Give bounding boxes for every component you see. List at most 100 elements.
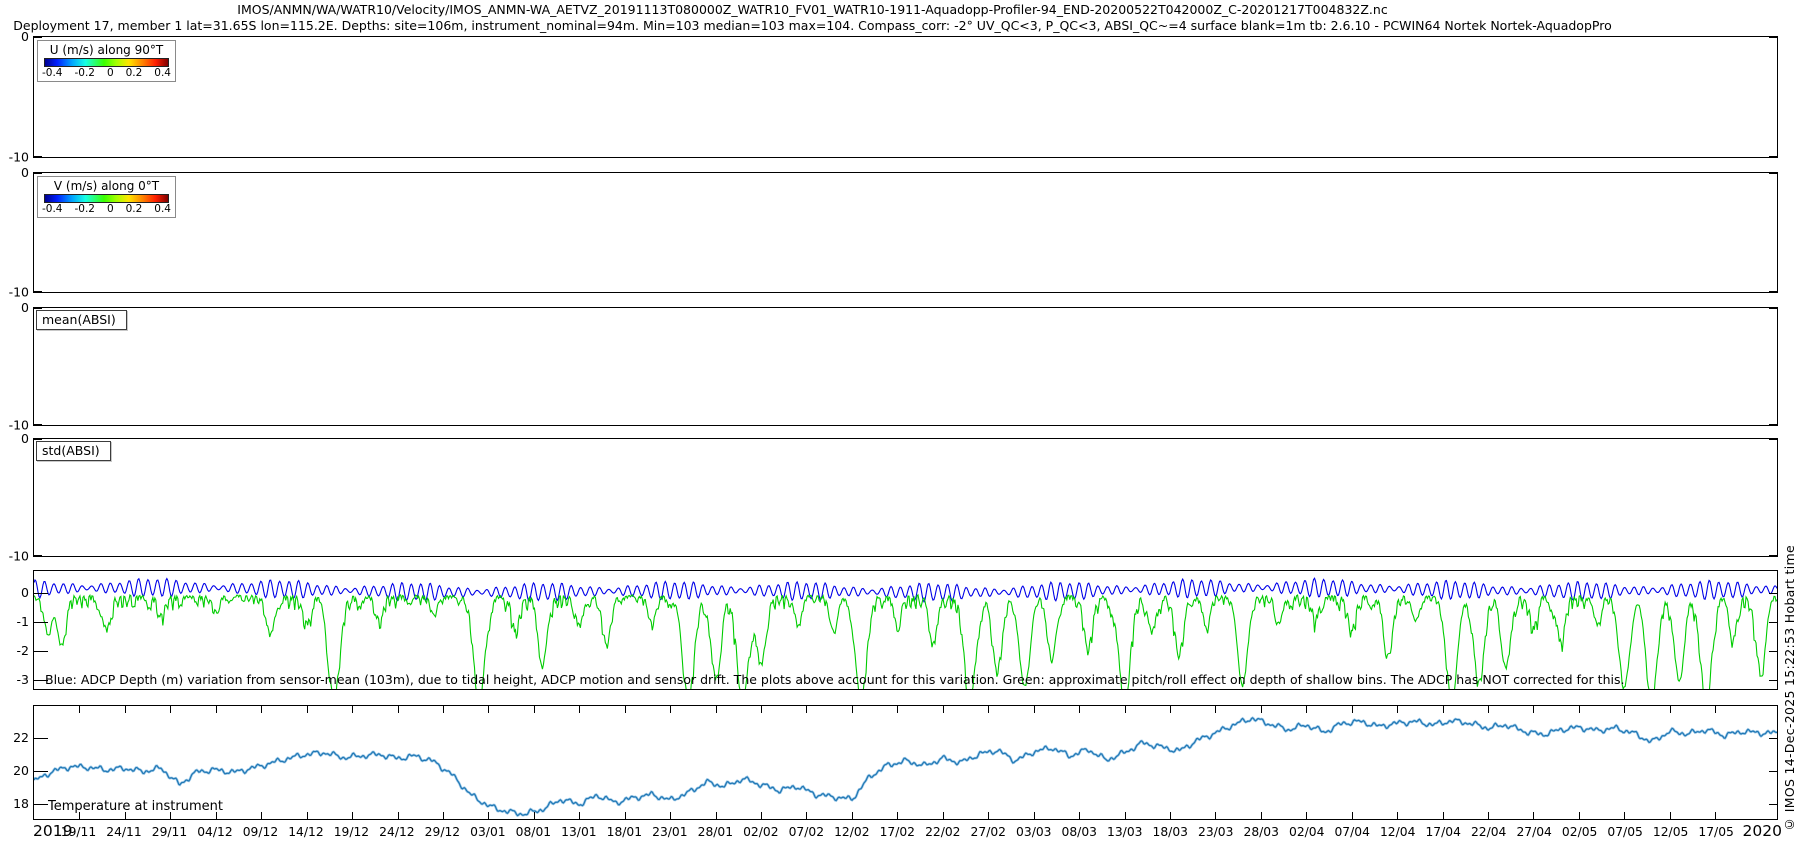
y-tick-label: -10	[9, 286, 29, 299]
y-tick-mark	[34, 738, 48, 739]
y-tick-mark	[1769, 622, 1777, 623]
x-tick-label: 27/04	[1516, 825, 1551, 839]
x-tick-label: 18/01	[607, 825, 642, 839]
x-tick-mark	[1170, 812, 1171, 819]
x-tick-label: 18/03	[1153, 825, 1188, 839]
x-tick-mark	[943, 812, 944, 819]
x-axis-year-end: 2020	[1743, 822, 1782, 840]
y-tick-label: -10	[9, 550, 29, 563]
u-legend-title: U (m/s) along 90°T	[42, 43, 171, 57]
x-tick-mark	[1624, 812, 1625, 819]
x-tick-label: 17/02	[880, 825, 915, 839]
x-axis-tick-row: 2019 2020 19/1124/1129/1104/1209/1214/12…	[33, 821, 1778, 843]
x-tick-mark	[625, 706, 626, 713]
y-tick-mark	[34, 156, 42, 157]
y-tick-mark	[34, 771, 48, 772]
y-tick-label: 0	[21, 433, 29, 446]
panel-depth-variation: 0 -1 -2 -3 Blue: ADCP Depth (m) variatio…	[33, 570, 1778, 690]
x-tick-mark	[352, 812, 353, 819]
x-tick-label: 28/03	[1243, 825, 1278, 839]
x-tick-mark	[398, 706, 399, 713]
x-tick-label: 22/02	[925, 825, 960, 839]
x-tick-mark	[1034, 812, 1035, 819]
colorbar-tick: 0.4	[154, 203, 171, 216]
x-tick-mark	[125, 706, 126, 713]
panel-mean-absi: 0 -10 mean(ABSI)	[33, 307, 1778, 426]
x-tick-label: 04/12	[197, 825, 232, 839]
colorbar-tick: 0	[107, 67, 114, 80]
y-tick-label: -1	[17, 615, 29, 628]
colorbar-tick: -0.2	[74, 203, 95, 216]
colorbar-tick: -0.4	[42, 67, 63, 80]
y-tick-label: 22	[13, 732, 29, 745]
y-tick-label: -2	[17, 644, 29, 657]
x-tick-mark	[79, 812, 80, 819]
y-tick-label: 0	[21, 31, 29, 44]
y-tick-mark	[1769, 291, 1777, 292]
x-tick-mark	[261, 812, 262, 819]
x-tick-mark	[307, 812, 308, 819]
x-tick-mark	[1533, 706, 1534, 713]
u-velocity-legend: U (m/s) along 90°T -0.4 -0.2 0 0.2 0.4	[37, 40, 176, 82]
x-tick-mark	[1352, 706, 1353, 713]
x-tick-mark	[1079, 812, 1080, 819]
colorbar-tick-labels: -0.4 -0.2 0 0.2 0.4	[42, 203, 171, 216]
x-tick-mark	[352, 706, 353, 713]
v-velocity-legend: V (m/s) along 0°T -0.4 -0.2 0 0.2 0.4	[37, 176, 176, 218]
y-tick-label: 0	[21, 586, 29, 599]
x-tick-label: 13/03	[1107, 825, 1142, 839]
x-tick-label: 17/05	[1698, 825, 1733, 839]
x-tick-label: 12/04	[1380, 825, 1415, 839]
panel-u-velocity: 0 -10 U (m/s) along 90°T -0.4 -0.2 0 0.2…	[33, 36, 1778, 158]
y-tick-mark	[1769, 804, 1777, 805]
colorbar-tick: 0.4	[154, 67, 171, 80]
x-tick-mark	[216, 812, 217, 819]
y-tick-mark	[1769, 651, 1777, 652]
x-tick-mark	[261, 706, 262, 713]
y-tick-mark	[1769, 593, 1777, 594]
x-tick-mark	[988, 812, 989, 819]
x-tick-mark	[1125, 706, 1126, 713]
y-tick-mark	[34, 555, 42, 556]
y-tick-mark	[1769, 424, 1777, 425]
x-tick-mark	[1579, 812, 1580, 819]
x-tick-label: 17/04	[1425, 825, 1460, 839]
x-tick-mark	[443, 706, 444, 713]
x-tick-mark	[1352, 812, 1353, 819]
y-tick-mark	[1769, 738, 1777, 739]
x-tick-mark	[307, 706, 308, 713]
y-tick-label: 18	[13, 798, 29, 811]
x-tick-label: 07/05	[1607, 825, 1642, 839]
x-tick-label: 12/05	[1653, 825, 1688, 839]
colorbar-tick: 0.2	[126, 67, 143, 80]
y-tick-label: 20	[13, 765, 29, 778]
panel-temperature: 22 20 18 Temperature at instrument	[33, 705, 1778, 820]
title-deployment-info: Deployment 17, member 1 lat=31.65S lon=1…	[0, 18, 1625, 33]
x-tick-mark	[1125, 812, 1126, 819]
y-tick-mark	[1769, 173, 1777, 174]
x-tick-mark	[897, 706, 898, 713]
panel-v-velocity: 0 -10 V (m/s) along 0°T -0.4 -0.2 0 0.2 …	[33, 172, 1778, 293]
x-tick-label: 27/02	[971, 825, 1006, 839]
x-tick-label: 22/04	[1471, 825, 1506, 839]
x-tick-mark	[943, 706, 944, 713]
x-tick-label: 24/12	[379, 825, 414, 839]
x-tick-mark	[1215, 812, 1216, 819]
x-tick-mark	[1261, 812, 1262, 819]
x-tick-label: 07/04	[1334, 825, 1369, 839]
x-tick-mark	[716, 706, 717, 713]
x-tick-mark	[216, 706, 217, 713]
colorbar-tick: -0.2	[74, 67, 95, 80]
jet-colorbar	[44, 194, 169, 203]
x-tick-mark	[534, 706, 535, 713]
temperature-label: Temperature at instrument	[48, 799, 223, 814]
x-tick-mark	[806, 706, 807, 713]
jet-colorbar	[44, 58, 169, 67]
x-tick-mark	[1533, 812, 1534, 819]
x-tick-mark	[1397, 706, 1398, 713]
x-tick-label: 07/02	[789, 825, 824, 839]
x-tick-mark	[170, 706, 171, 713]
x-tick-label: 09/12	[243, 825, 278, 839]
y-tick-mark	[1769, 680, 1777, 681]
x-tick-mark	[852, 812, 853, 819]
